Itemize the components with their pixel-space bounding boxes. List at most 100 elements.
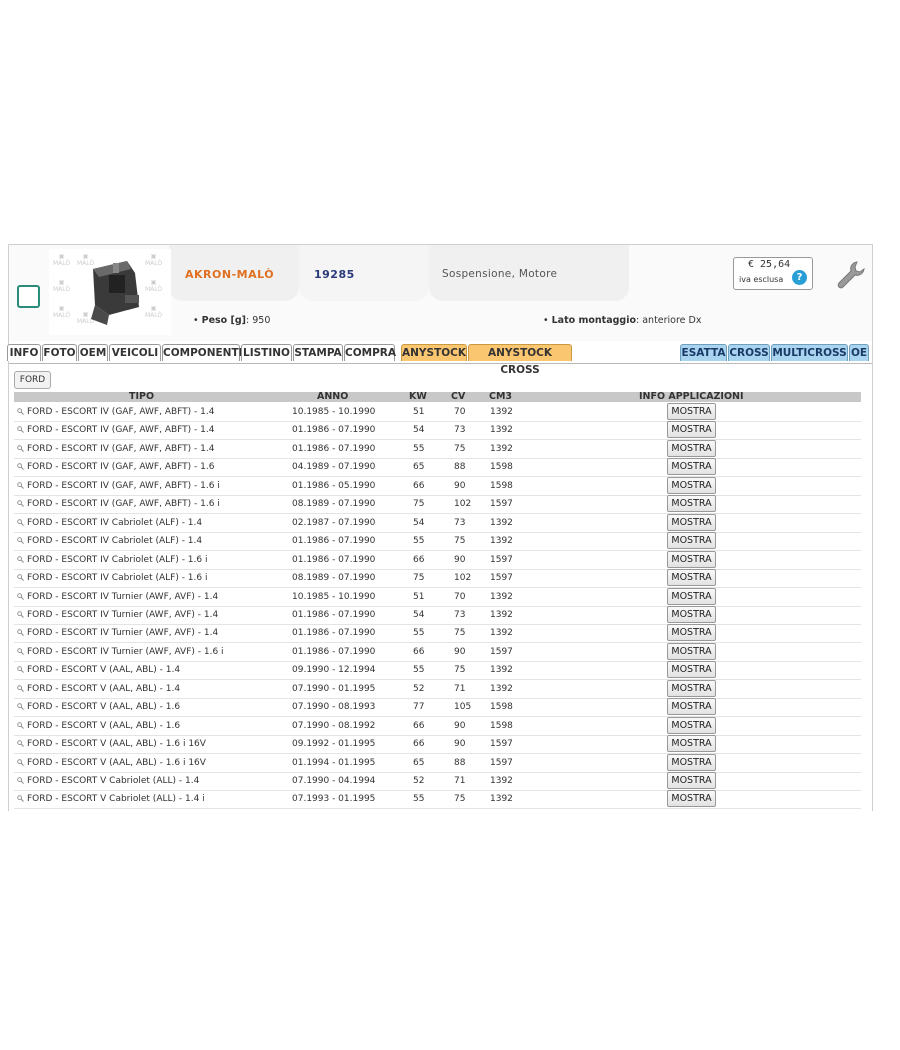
magnifier-icon[interactable] <box>17 574 24 581</box>
row-kw: 65 <box>413 757 425 768</box>
tab-listino[interactable]: LISTINO <box>241 344 292 361</box>
magnifier-icon[interactable] <box>17 685 24 692</box>
magnifier-icon[interactable] <box>17 611 24 618</box>
magnifier-icon[interactable] <box>17 648 24 655</box>
price-note: iva esclusa <box>739 275 784 284</box>
magnifier-icon[interactable] <box>17 426 24 434</box>
tab-veicoli[interactable]: VEICOLI <box>109 344 161 361</box>
magnifier-icon[interactable] <box>17 500 24 508</box>
mostra-button[interactable]: MOSTRA <box>667 772 716 789</box>
magnifier-icon[interactable] <box>17 795 24 803</box>
table-row: FORD - ESCORT IV (GAF, AWF, ABFT) - 1.4 0… <box>14 439 861 459</box>
mostra-button[interactable]: MOSTRA <box>667 735 716 753</box>
tab-multicross[interactable]: MULTICROSS <box>771 344 848 361</box>
mostra-button[interactable]: MOSTRA <box>667 624 716 642</box>
magnifier-icon[interactable] <box>17 463 24 471</box>
mostra-button[interactable]: MOSTRA <box>667 569 716 587</box>
product-panel: ▣ MALÒ ▣ MALÒ ▣ MALÒ ▣ MALÒ ▣ MALÒ ▣ MALÒ ▣ MAL… <box>7 244 873 811</box>
table-row: FORD - ESCORT V (AAL, ABL) - 1.6 i 16V 09… <box>14 735 861 755</box>
row-tipo: FORD - ESCORT IV Cabriolet (ALF) - 1.6 i <box>27 554 208 565</box>
tab-componenti[interactable]: COMPONENTI <box>162 344 243 361</box>
tab-compra[interactable]: COMPRA <box>344 344 396 361</box>
mostra-button[interactable]: MOSTRA <box>667 716 716 734</box>
row-anno: 09.1990 - 12.1994 <box>292 665 376 676</box>
mostra-button[interactable]: MOSTRA <box>667 439 716 457</box>
mostra-button[interactable]: MOSTRA <box>667 550 716 568</box>
row-anno: 01.1986 - 07.1990 <box>292 536 376 547</box>
tab-cross[interactable]: CROSS <box>728 344 770 361</box>
magnifier-icon[interactable] <box>17 777 24 784</box>
magnifier-icon[interactable] <box>17 666 24 674</box>
mostra-button[interactable]: MOSTRA <box>667 661 716 679</box>
row-cv: 71 <box>454 683 466 694</box>
row-cm3: 1392 <box>490 425 513 436</box>
magnifier-icon[interactable] <box>17 758 24 766</box>
col-cm3: CM3 <box>489 391 513 402</box>
product-thumbnail[interactable]: ▣ MALÒ ▣ MALÒ ▣ MALÒ ▣ MALÒ ▣ MALÒ ▣ MALÒ ▣ MAL… <box>49 249 171 335</box>
price-value: € 25,64 <box>748 259 791 270</box>
tab-anystock-cross[interactable]: ANYSTOCK CROSS <box>468 344 572 376</box>
tab-oe[interactable]: OE <box>849 344 869 361</box>
mostra-button[interactable]: MOSTRA <box>667 458 716 476</box>
tab-foto[interactable]: FOTO <box>42 344 77 361</box>
tab-info[interactable]: INFO <box>7 344 41 361</box>
help-icon[interactable]: ? <box>792 270 807 285</box>
row-anno: 01.1994 - 01.1995 <box>292 757 376 768</box>
tab-anystock[interactable]: ANYSTOCK <box>401 344 467 361</box>
row-anno: 09.1992 - 01.1995 <box>292 739 376 750</box>
select-checkbox[interactable] <box>17 285 40 308</box>
magnifier-icon[interactable] <box>17 445 24 452</box>
col-cv: CV <box>451 391 466 402</box>
row-cv: 73 <box>454 425 466 436</box>
mostra-button[interactable]: MOSTRA <box>667 495 716 513</box>
row-kw: 55 <box>413 443 425 454</box>
magnifier-icon[interactable] <box>17 537 24 545</box>
row-kw: 66 <box>413 739 425 750</box>
magnifier-icon[interactable] <box>17 482 24 489</box>
mostra-button[interactable]: MOSTRA <box>667 679 716 697</box>
row-kw: 55 <box>413 628 425 639</box>
row-kw: 66 <box>413 646 425 657</box>
row-cv: 75 <box>454 443 466 454</box>
tab-oem[interactable]: OEM <box>78 344 108 361</box>
mostra-button[interactable]: MOSTRA <box>667 587 716 605</box>
ford-filter-button[interactable]: FORD <box>14 371 51 389</box>
mount-property: • Lato montaggio: anteriore Dx <box>543 315 702 326</box>
mostra-button[interactable]: MOSTRA <box>667 605 716 623</box>
wrench-icon[interactable] <box>835 259 867 291</box>
mostra-button[interactable]: MOSTRA <box>667 753 716 771</box>
row-cm3: 1598 <box>490 702 513 713</box>
row-cv: 90 <box>454 480 466 491</box>
mostra-button[interactable]: MOSTRA <box>667 513 716 531</box>
mostra-button[interactable]: MOSTRA <box>667 421 716 439</box>
mostra-button[interactable]: MOSTRA <box>667 532 716 550</box>
magnifier-icon[interactable] <box>17 721 24 729</box>
magnifier-icon[interactable] <box>17 555 24 563</box>
row-kw: 52 <box>413 683 425 694</box>
magnifier-icon[interactable] <box>17 703 24 711</box>
row-tipo: FORD - ESCORT V (AAL, ABL) - 1.6 i 16V <box>27 757 206 768</box>
row-cv: 105 <box>454 702 472 713</box>
row-anno: 01.1986 - 07.1990 <box>292 443 376 454</box>
magnifier-icon[interactable] <box>17 408 24 415</box>
mostra-button[interactable]: MOSTRA <box>667 476 716 494</box>
mostra-button[interactable]: MOSTRA <box>667 403 716 420</box>
row-cv: 75 <box>454 536 466 547</box>
tab-stampa[interactable]: STAMPA <box>293 344 343 361</box>
row-cv: 90 <box>454 720 466 731</box>
tab-esatta[interactable]: ESATTA <box>680 344 727 361</box>
magnifier-icon[interactable] <box>17 518 24 526</box>
row-cv: 88 <box>454 757 466 768</box>
row-cm3: 1597 <box>490 573 513 584</box>
weight-property: • Peso [g]: 950 <box>193 315 271 326</box>
table-row: FORD - ESCORT IV (GAF, AWF, ABFT) - 1.6 0… <box>14 458 861 478</box>
mostra-button[interactable]: MOSTRA <box>667 790 716 808</box>
magnifier-icon[interactable] <box>17 592 24 600</box>
row-kw: 66 <box>413 554 425 565</box>
magnifier-icon[interactable] <box>17 629 24 637</box>
mostra-button[interactable]: MOSTRA <box>667 642 716 660</box>
product-header: ▣ MALÒ ▣ MALÒ ▣ MALÒ ▣ MALÒ ▣ MALÒ ▣ MALÒ ▣ MAL… <box>9 245 872 341</box>
mostra-button[interactable]: MOSTRA <box>667 698 716 716</box>
row-anno: 01.1986 - 07.1990 <box>292 425 376 436</box>
magnifier-icon[interactable] <box>17 740 24 748</box>
